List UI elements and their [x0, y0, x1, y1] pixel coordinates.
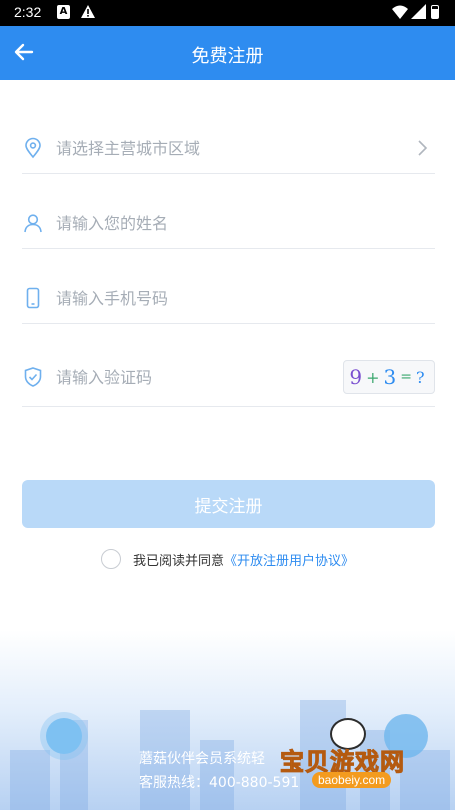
chevron-right-icon — [418, 140, 428, 156]
page-title: 免费注册 — [191, 46, 264, 67]
submit-register-button[interactable]: 提交注册 — [22, 480, 435, 528]
phone-row[interactable] — [22, 273, 435, 323]
watermark-url: baobeiy.com — [312, 772, 392, 788]
captcha-image[interactable]: 9 + 3 = ? — [343, 360, 435, 394]
decorative-circle-icon — [46, 718, 82, 754]
agreement-row: 我已阅读并同意 《开放注册用户协议》 — [0, 548, 455, 570]
battery-icon — [431, 5, 439, 19]
app-bar: 免费注册 — [0, 26, 455, 80]
notification-app-icon: A — [57, 5, 70, 19]
region-select-input[interactable] — [54, 137, 415, 159]
location-pin-icon — [25, 137, 41, 159]
phone-input[interactable] — [54, 287, 435, 309]
footer-company-text: 蘑菇伙伴会员系统轻 — [139, 751, 265, 767]
agreement-link[interactable]: 《开放注册用户协议》 — [224, 550, 354, 569]
phone-icon — [26, 287, 40, 309]
captcha-char: + — [366, 367, 384, 387]
watermark-logo: 宝贝游戏网 baobeiy.com — [272, 718, 422, 798]
code-input[interactable] — [54, 366, 343, 388]
shield-check-icon — [24, 367, 42, 387]
agreement-text: 我已阅读并同意 — [132, 553, 224, 569]
status-time: 2:32 — [14, 4, 42, 20]
divider — [22, 322, 435, 324]
agree-checkbox[interactable] — [100, 549, 121, 569]
captcha-char: 3 — [383, 365, 401, 389]
signal-icon — [411, 4, 426, 19]
divider — [22, 405, 435, 407]
captcha-char: = — [400, 369, 417, 385]
divider — [22, 172, 435, 174]
code-row[interactable]: 9 + 3 = ? — [22, 352, 435, 402]
captcha-char: ? — [416, 367, 429, 387]
region-select-row[interactable] — [22, 123, 435, 173]
wifi-icon — [392, 5, 408, 19]
name-input[interactable] — [54, 212, 435, 234]
name-row[interactable] — [22, 198, 435, 248]
user-icon — [24, 214, 42, 233]
status-bar: 2:32 A — [0, 0, 455, 26]
warning-icon — [81, 5, 95, 18]
divider — [22, 247, 435, 249]
captcha-char: 9 — [349, 365, 367, 389]
